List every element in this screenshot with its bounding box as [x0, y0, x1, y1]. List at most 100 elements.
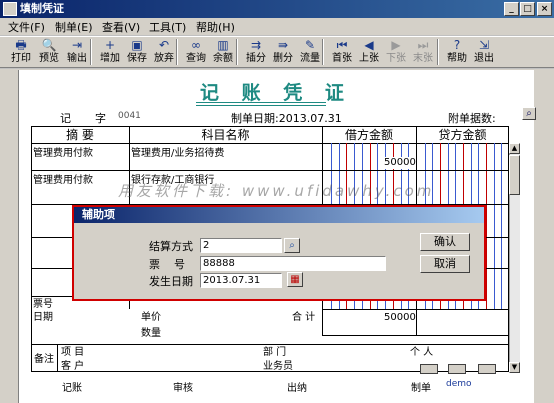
toolbar-first-button[interactable]: ⏮ 首张	[329, 37, 355, 67]
cancel-button[interactable]: 取消	[420, 255, 470, 273]
save-icon: ▣	[131, 38, 143, 52]
dept-label: 部 门	[263, 347, 287, 358]
remark-divider	[31, 344, 509, 345]
menu-tools[interactable]: 工具(T)	[149, 19, 186, 35]
ticket-label: 票号	[33, 299, 53, 310]
card-icon[interactable]	[420, 364, 438, 374]
help-icon: ?	[453, 38, 461, 52]
app-icon	[3, 2, 17, 16]
menu-view[interactable]: 查看(V)	[102, 19, 140, 35]
header-divider	[31, 143, 509, 144]
client-label: 客 户	[61, 361, 85, 372]
toolbar-insert-row-button[interactable]: ⇉ 插分	[243, 37, 269, 67]
toolbar-exit-button[interactable]: ⇲ 退出	[471, 37, 497, 67]
menu-file[interactable]: 文件(F)	[8, 19, 45, 35]
voucher-number: 0041	[118, 111, 141, 121]
toolbar-label: 流量	[300, 53, 320, 64]
toolbar-label: 首张	[332, 53, 352, 64]
preview-icon: 🔍	[41, 38, 57, 52]
scroll-thumb[interactable]	[509, 155, 520, 195]
search-icon[interactable]: ⌕	[284, 238, 300, 253]
total-divider-top	[322, 309, 509, 310]
last-icon: ⏭	[417, 38, 429, 52]
id-icon[interactable]	[448, 364, 466, 374]
toolbar-label: 插分	[246, 53, 266, 64]
row2-summary[interactable]: 管理费用付款	[33, 175, 93, 187]
toolbar-label: 下张	[386, 53, 406, 64]
toolbar-prev-button[interactable]: ◀ 上张	[356, 37, 382, 67]
toolbar-preview-button[interactable]: 🔍 预览	[36, 37, 62, 67]
col-summary: 摘 要	[66, 128, 94, 142]
undo-icon: ↶	[158, 38, 170, 52]
search-icon[interactable]: ⌕	[522, 107, 536, 120]
row1-debit[interactable]: 50000	[384, 157, 416, 169]
toolbar-printer-button[interactable]: 🖶 打印	[8, 37, 34, 67]
toolbar-save-button[interactable]: ▣ 保存	[124, 37, 150, 67]
toolbar-binoculars-button[interactable]: ∞ 查询	[183, 37, 209, 67]
menu-edit[interactable]: 制单(E)	[55, 19, 93, 35]
col-credit: 贷方金额	[438, 128, 487, 142]
total-divider-bottom	[322, 335, 509, 336]
first-icon: ⏮	[336, 38, 348, 52]
remark-col	[57, 344, 58, 372]
window-title: 填制凭证	[20, 2, 64, 15]
toolbar-label: 上张	[359, 53, 379, 64]
voucher-type[interactable]: 记	[60, 110, 71, 126]
toolbar-label: 退出	[474, 53, 494, 64]
footer-auditor: 审核	[173, 383, 193, 394]
window-title-bar[interactable]: 填制凭证	[0, 0, 554, 18]
ledger-line	[494, 143, 495, 309]
toolbar-separator	[236, 39, 238, 65]
add-icon: +	[104, 38, 116, 52]
maximize-button[interactable]: □	[520, 2, 535, 16]
toolbar-help-button[interactable]: ? 帮助	[444, 37, 470, 67]
ticket-number-input[interactable]: 88888	[200, 256, 386, 271]
toolbar-label: 放弃	[154, 53, 174, 64]
toolbar-label: 余额	[213, 53, 233, 64]
voucher-type-suffix: 字	[95, 112, 106, 125]
total-col	[322, 309, 323, 335]
toolbar-next-button[interactable]: ▶ 下张	[383, 37, 409, 67]
toolbar-cashflow-button[interactable]: ✎ 流量	[297, 37, 323, 67]
image-icon[interactable]	[478, 364, 496, 374]
row1-summary[interactable]: 管理费用付款	[33, 148, 93, 160]
occur-date-input[interactable]: 2013.07.31	[200, 273, 282, 288]
toolbar-label: 保存	[127, 53, 147, 64]
cashflow-icon: ✎	[304, 38, 316, 52]
toolbar-label: 帮助	[447, 53, 467, 64]
toolbar-undo-button[interactable]: ↶ 放弃	[151, 37, 177, 67]
exit-icon: ⇲	[478, 38, 490, 52]
toolbar-balance-chart-button[interactable]: ▥ 余额	[210, 37, 236, 67]
price-label: 单价	[141, 312, 161, 323]
toolbar-add-button[interactable]: + 增加	[97, 37, 123, 67]
dialog-title-bar[interactable]: 辅助项	[74, 207, 484, 223]
menu-help[interactable]: 帮助(H)	[196, 19, 235, 35]
voucher-date[interactable]: 制单日期:2013.07.31	[231, 110, 342, 126]
toolbar-last-button[interactable]: ⏭ 末张	[410, 37, 436, 67]
confirm-button[interactable]: 确认	[420, 233, 470, 251]
toolbar-label: 查询	[186, 53, 206, 64]
toolbar-delete-row-button[interactable]: ⇛ 删分	[270, 37, 296, 67]
ledger-line	[501, 143, 502, 309]
footer-cashier: 出纳	[287, 383, 307, 394]
settlement-label: 结算方式	[149, 240, 193, 253]
col-account: 科目名称	[201, 128, 250, 142]
toolbar-label: 删分	[273, 53, 293, 64]
toolbar-label: 增加	[100, 53, 120, 64]
row1-account[interactable]: 管理费用/业务招待费	[131, 148, 224, 160]
toolbar-separator	[176, 39, 178, 65]
occur-date-label: 发生日期	[149, 275, 193, 288]
calendar-icon[interactable]: ▦	[287, 272, 303, 287]
binoculars-icon: ∞	[191, 38, 201, 52]
footer-bookkeeper: 记账	[62, 383, 82, 394]
salesman-label: 业务员	[263, 361, 293, 372]
close-button[interactable]: ×	[537, 2, 552, 16]
toolbar-export-button[interactable]: ⇥ 输出	[64, 37, 90, 67]
toolbar-separator	[437, 39, 439, 65]
settlement-input[interactable]: 2	[200, 238, 282, 253]
toolbar-label: 末张	[413, 53, 433, 64]
title-underline-2	[196, 105, 326, 106]
minimize-button[interactable]: _	[504, 2, 519, 16]
scroll-up-button[interactable]: ▲	[509, 143, 520, 154]
scroll-down-button[interactable]: ▼	[509, 362, 520, 373]
